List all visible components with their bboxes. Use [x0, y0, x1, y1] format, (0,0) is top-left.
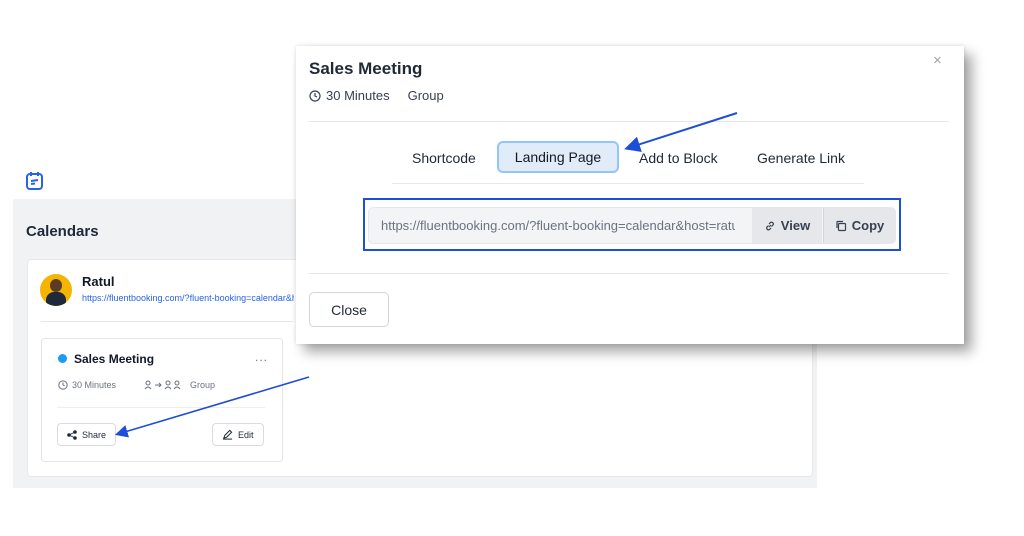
divider — [309, 121, 949, 122]
event-status-dot — [58, 354, 67, 363]
tab-add-to-block[interactable]: Add to Block — [639, 150, 718, 166]
clock-icon — [58, 380, 68, 390]
divider — [41, 321, 293, 322]
copy-label: Copy — [851, 218, 885, 233]
tab-generate-link[interactable]: Generate Link — [757, 150, 845, 166]
stage: Calendars Ratul https://fluentbooking.co… — [0, 0, 1024, 536]
user-calendar-link[interactable]: https://fluentbooking.com/?fluent-bookin… — [82, 293, 294, 303]
avatar — [40, 274, 72, 306]
close-button[interactable]: Close — [309, 292, 389, 327]
share-icon — [67, 429, 77, 440]
event-meta: 30 Minutes Group — [58, 380, 215, 390]
edit-label: Edit — [238, 429, 254, 440]
link-icon — [765, 221, 774, 230]
divider — [57, 407, 265, 408]
modal-duration: 30 Minutes — [326, 88, 390, 103]
view-label: View — [780, 218, 811, 233]
share-label: Share — [82, 429, 107, 440]
landing-url-text[interactable]: https://fluentbooking.com/?fluent-bookin… — [381, 218, 735, 233]
copy-button[interactable]: Copy — [823, 208, 895, 243]
copy-icon — [836, 220, 846, 231]
event-duration: 30 Minutes — [72, 380, 117, 390]
more-options-button[interactable]: ... — [255, 350, 268, 364]
section-title: Calendars — [26, 223, 99, 240]
close-icon[interactable]: × — [933, 52, 942, 69]
share-button[interactable]: Share — [57, 423, 117, 446]
pencil-icon — [222, 429, 233, 440]
app-logo-icon — [24, 170, 46, 192]
event-title: Sales Meeting — [74, 352, 155, 366]
edit-button[interactable]: Edit — [212, 423, 264, 446]
modal-meta: 30 Minutes Group — [309, 88, 444, 103]
divider — [309, 273, 949, 274]
tab-shortcode[interactable]: Shortcode — [412, 150, 476, 166]
modal-title: Sales Meeting — [309, 59, 423, 78]
group-icon — [144, 380, 181, 390]
view-button[interactable]: View — [752, 208, 822, 243]
user-name: Ratul — [82, 274, 115, 289]
event-type: Group — [190, 380, 216, 390]
clock-icon — [309, 89, 321, 102]
tab-landing-page[interactable]: Landing Page — [497, 141, 619, 173]
modal-event-type: Group — [407, 88, 444, 103]
divider — [392, 183, 864, 184]
